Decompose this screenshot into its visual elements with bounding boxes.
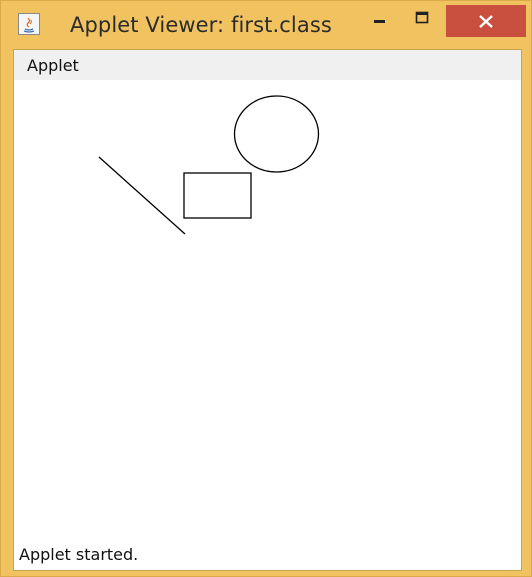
- client-area: Applet Applet started.: [13, 49, 522, 571]
- menu-applet[interactable]: Applet: [27, 56, 79, 75]
- drawn-oval: [233, 95, 320, 173]
- maximize-button[interactable]: [403, 1, 441, 37]
- applet-canvas[interactable]: [14, 80, 521, 540]
- applet-viewer-window: Applet Viewer: first.class Applet Applet…: [0, 0, 532, 577]
- minimize-icon: [374, 20, 385, 23]
- menu-bar: Applet: [14, 50, 521, 80]
- java-icon[interactable]: [18, 13, 40, 35]
- close-button[interactable]: [446, 5, 526, 37]
- minimize-button[interactable]: [361, 1, 399, 37]
- window-title: Applet Viewer: first.class: [70, 13, 332, 37]
- close-icon: [479, 15, 493, 28]
- title-bar[interactable]: Applet Viewer: first.class: [1, 1, 531, 49]
- drawn-line: [98, 156, 186, 235]
- status-text: Applet started.: [19, 545, 139, 564]
- drawing-surface: [98, 95, 320, 235]
- maximize-icon: [415, 11, 429, 24]
- drawn-rectangle: [183, 172, 252, 219]
